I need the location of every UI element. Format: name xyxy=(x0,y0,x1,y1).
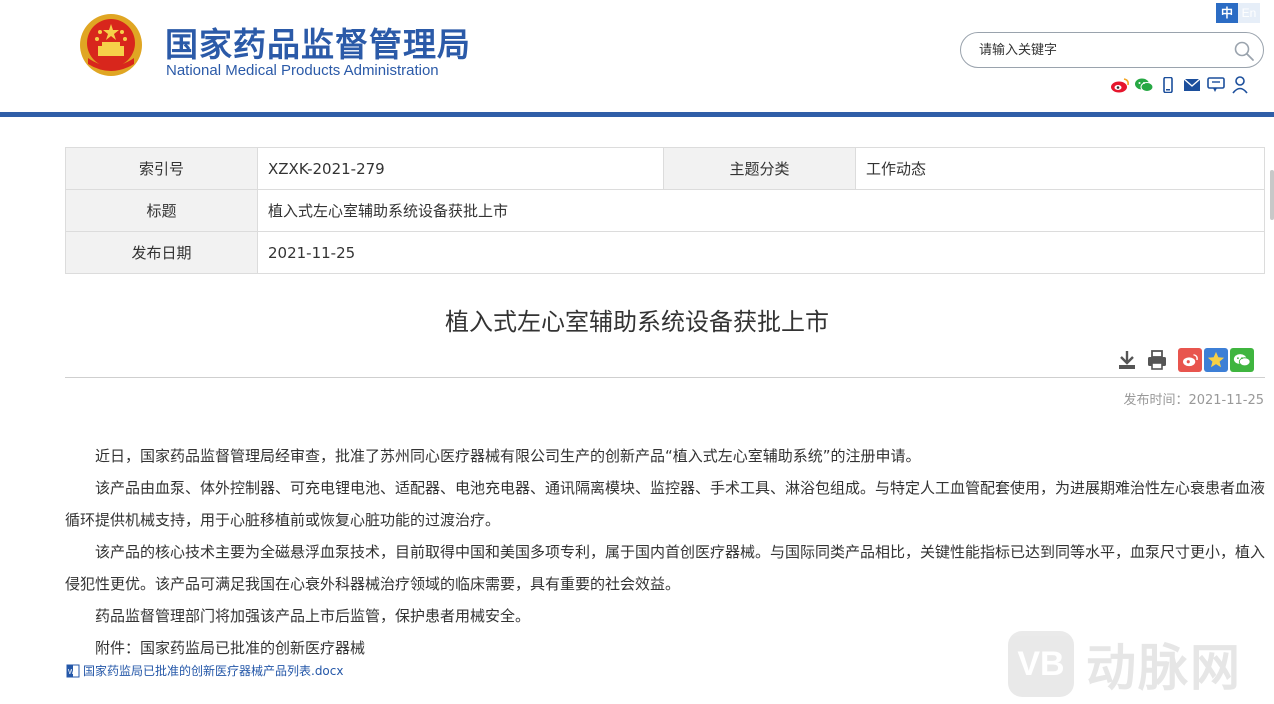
lang-cn-button[interactable]: 中 xyxy=(1216,3,1238,23)
wechat-icon[interactable] xyxy=(1134,76,1154,94)
search-input[interactable] xyxy=(979,40,1229,60)
category-label: 主题分类 xyxy=(663,147,856,190)
article-title: 植入式左心室辅助系统设备获批上市 xyxy=(445,308,829,336)
download-icon[interactable] xyxy=(1116,349,1138,371)
title-divider xyxy=(65,377,1265,378)
national-emblem-icon xyxy=(80,14,142,76)
share-weibo-icon[interactable] xyxy=(1178,348,1202,372)
attachment-link-text[interactable]: 国家药监局已批准的创新医疗器械产品列表.docx xyxy=(83,662,343,679)
paragraph: 该产品由血泵、体外控制器、可充电锂电池、适配器、电池充电器、通讯隔离模块、监控器… xyxy=(65,479,1266,529)
table-row: 标题 植入式左心室辅助系统设备获批上市 xyxy=(65,189,1265,232)
share-favorite-icon[interactable] xyxy=(1204,348,1228,372)
paragraph: 近日，国家药品监督管理局经审查，批准了苏州同心医疗器械有限公司生产的创新产品“植… xyxy=(95,447,921,465)
lang-en-button[interactable]: En xyxy=(1238,3,1260,23)
email-icon[interactable] xyxy=(1182,76,1202,94)
share-wechat-icon[interactable] xyxy=(1230,348,1254,372)
site-title-cn[interactable]: 国家药品监督管理局 xyxy=(165,18,471,66)
publish-time: 发布时间：2021-11-25 xyxy=(1123,393,1264,408)
weibo-icon[interactable] xyxy=(1110,76,1130,94)
user-icon[interactable] xyxy=(1230,76,1250,94)
message-icon[interactable] xyxy=(1206,76,1226,94)
title-label: 标题 xyxy=(65,189,258,232)
date-label: 发布日期 xyxy=(65,231,258,274)
site-header: 国家药品监督管理局 National Medical Products Admi… xyxy=(0,0,1274,112)
title-value: 植入式左心室辅助系统设备获批上市 xyxy=(257,189,1265,232)
category-value: 工作动态 xyxy=(855,147,1265,190)
index-value: XZXK-2021-279 xyxy=(257,147,664,190)
watermark-logo-icon: VB xyxy=(1008,631,1074,697)
date-value: 2021-11-25 xyxy=(257,231,1265,274)
header-divider-bar xyxy=(0,112,1274,117)
watermark: VB 动脉网 xyxy=(1008,628,1242,700)
watermark-text: 动脉网 xyxy=(1086,639,1242,697)
mobile-icon[interactable] xyxy=(1158,76,1178,94)
search-icon[interactable] xyxy=(1233,40,1255,62)
word-doc-icon: W xyxy=(66,664,80,677)
svg-text:W: W xyxy=(68,669,75,676)
site-title-en[interactable]: National Medical Products Administration xyxy=(166,62,439,79)
language-switch: 中 En xyxy=(1216,3,1260,23)
print-icon[interactable] xyxy=(1146,349,1168,371)
table-row: 发布日期 2021-11-25 xyxy=(65,231,1265,274)
attachment-link[interactable]: W 国家药监局已批准的创新医疗器械产品列表.docx xyxy=(66,662,343,679)
index-label: 索引号 xyxy=(65,147,258,190)
scrollbar[interactable] xyxy=(1270,170,1274,220)
table-row: 索引号 XZXK-2021-279 主题分类 工作动态 xyxy=(65,147,1265,190)
paragraph: 该产品的核心技术主要为全磁悬浮血泵技术，目前取得中国和美国多项专利，属于国内首创… xyxy=(65,543,1266,593)
header-social-links xyxy=(1110,76,1250,94)
article-meta-table: 索引号 XZXK-2021-279 主题分类 工作动态 标题 植入式左心室辅助系… xyxy=(65,147,1265,274)
article-tools xyxy=(1116,348,1254,372)
search-box xyxy=(960,32,1264,68)
